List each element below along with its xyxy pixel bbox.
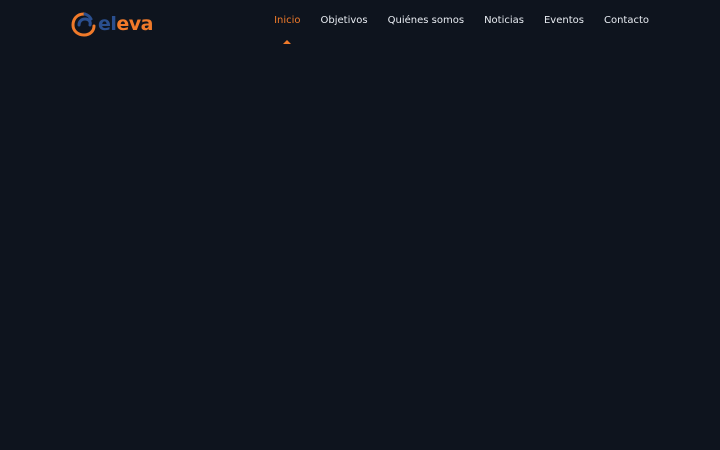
nav-item-contacto[interactable]: Contacto	[604, 13, 649, 29]
nav-item-label: Inicio	[274, 15, 301, 26]
nav-item-label: Contacto	[603, 15, 649, 26]
active-indicator-caret-icon	[283, 40, 292, 44]
nav-item-label: Noticias	[484, 15, 524, 26]
nav-item-quienes-somos[interactable]: Quiénes somos	[388, 13, 464, 29]
logo-text-eva: eva	[116, 13, 153, 35]
site-header: eleva Inicio Objetivos Quiénes somos Not…	[0, 0, 720, 50]
nav-item-inicio[interactable]: Inicio	[274, 13, 301, 44]
nav-item-eventos[interactable]: Eventos	[544, 13, 584, 29]
nav-item-noticias[interactable]: Noticias	[484, 13, 524, 29]
logo-wordmark: eleva	[98, 10, 153, 38]
nav-item-label: Eventos	[543, 15, 584, 26]
logo-link[interactable]: eleva	[71, 10, 153, 38]
nav-item-label: Objetivos	[320, 15, 368, 26]
nav-item-objetivos[interactable]: Objetivos	[321, 13, 368, 29]
page: eleva Inicio Objetivos Quiénes somos Not…	[0, 0, 720, 450]
main-nav: Inicio Objetivos Quiénes somos Noticias …	[274, 13, 649, 44]
eleva-swirl-logo-icon	[71, 12, 96, 37]
nav-item-label: Quiénes somos	[387, 15, 465, 26]
hero-section	[0, 50, 720, 450]
logo-text-el: el	[98, 13, 117, 35]
